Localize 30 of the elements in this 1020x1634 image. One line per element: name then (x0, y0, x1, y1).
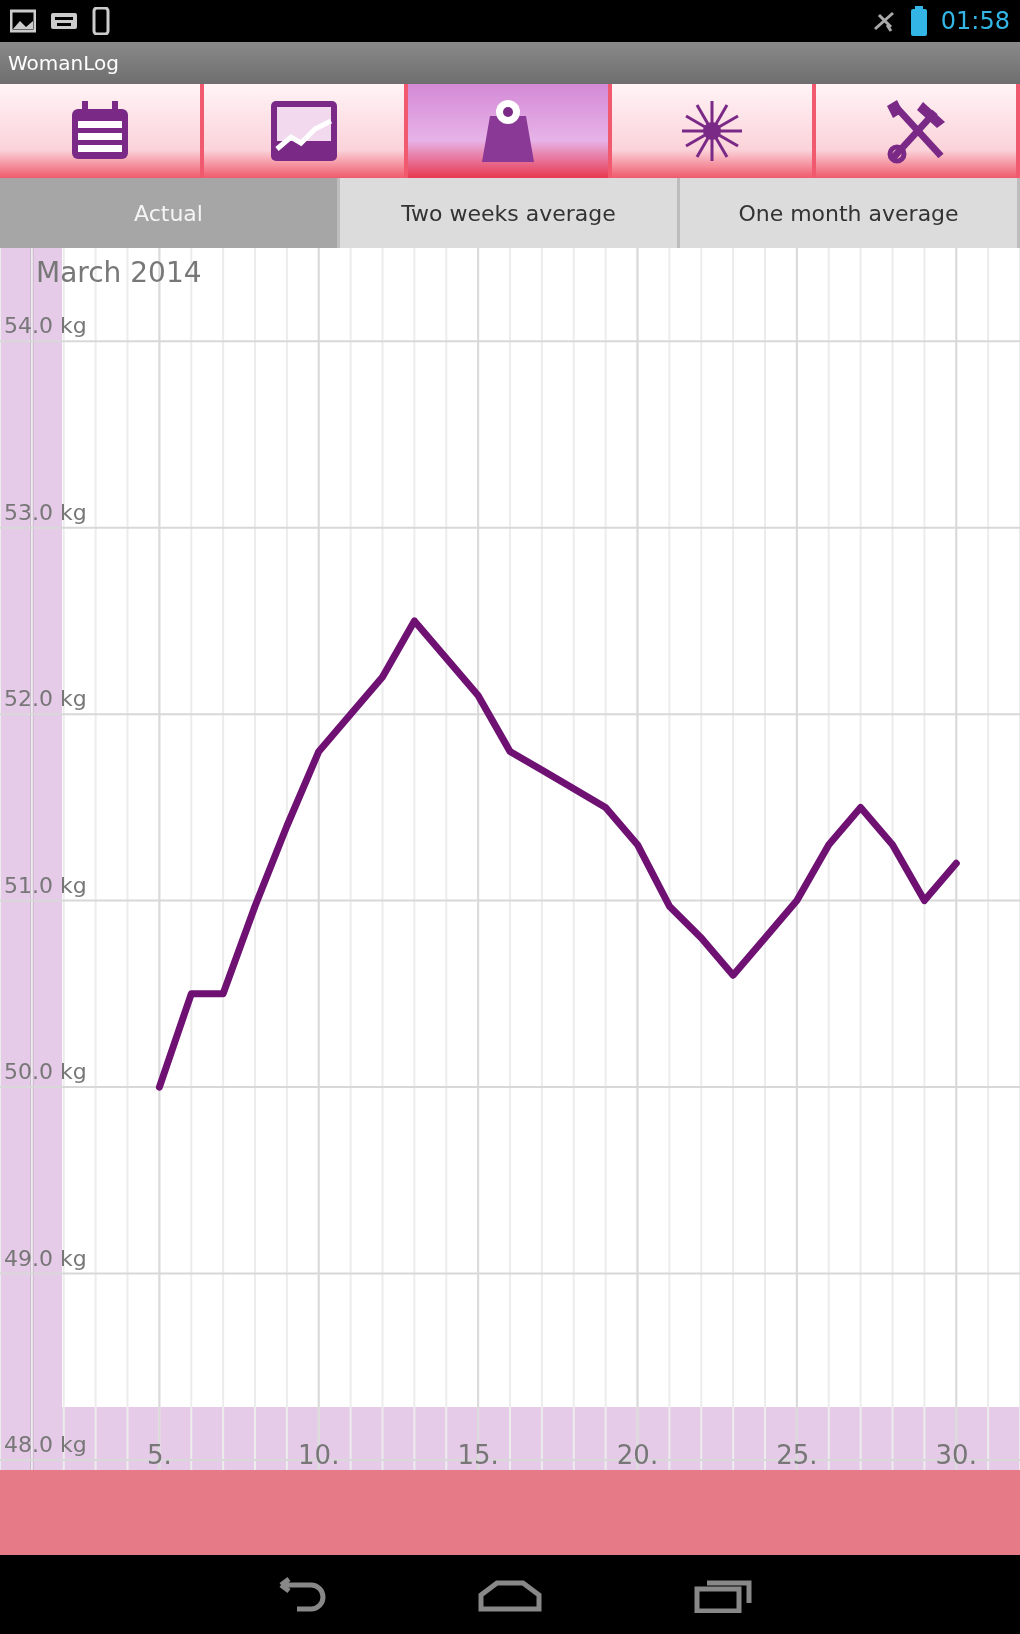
clock: 01:58 (940, 7, 1010, 35)
axis-label: 54.0 kg (4, 313, 87, 339)
battery-icon (910, 6, 927, 36)
axis-label: 10. (298, 1440, 340, 1470)
axis-label: 25. (776, 1440, 818, 1470)
axis-label: 53.0 kg (4, 499, 87, 525)
axis-label: 30. (935, 1440, 977, 1470)
nav-tab[interactable] (612, 84, 816, 178)
airplane-icon (872, 9, 897, 33)
axis-label: 20. (616, 1440, 659, 1470)
axis-label: 48.0 kg (4, 1432, 87, 1457)
axis-label: 15. (457, 1440, 499, 1470)
nav-tab[interactable] (0, 84, 204, 178)
axis-label: 51.0 kg (4, 872, 87, 898)
axis-label: 50.0 kg (4, 1059, 87, 1085)
scale-icon (480, 98, 536, 164)
chart-title: March 2014 (36, 256, 202, 289)
window-title: WomanLog (0, 42, 1020, 84)
picture-notification-icon (10, 9, 36, 33)
nav-tab[interactable] (408, 84, 612, 178)
axis-label: 5. (146, 1440, 172, 1470)
tab[interactable]: Two weeks average (340, 178, 680, 248)
sun-icon (679, 98, 745, 164)
nav-tab[interactable] (204, 84, 408, 178)
axis-label: 52.0 kg (4, 686, 87, 712)
tab[interactable]: One month average (680, 178, 1020, 248)
phone-notification-icon (92, 7, 110, 35)
nav-tab[interactable] (816, 84, 1020, 178)
axis-label: 49.0 kg (4, 1245, 87, 1271)
line-chart-icon (269, 99, 339, 163)
